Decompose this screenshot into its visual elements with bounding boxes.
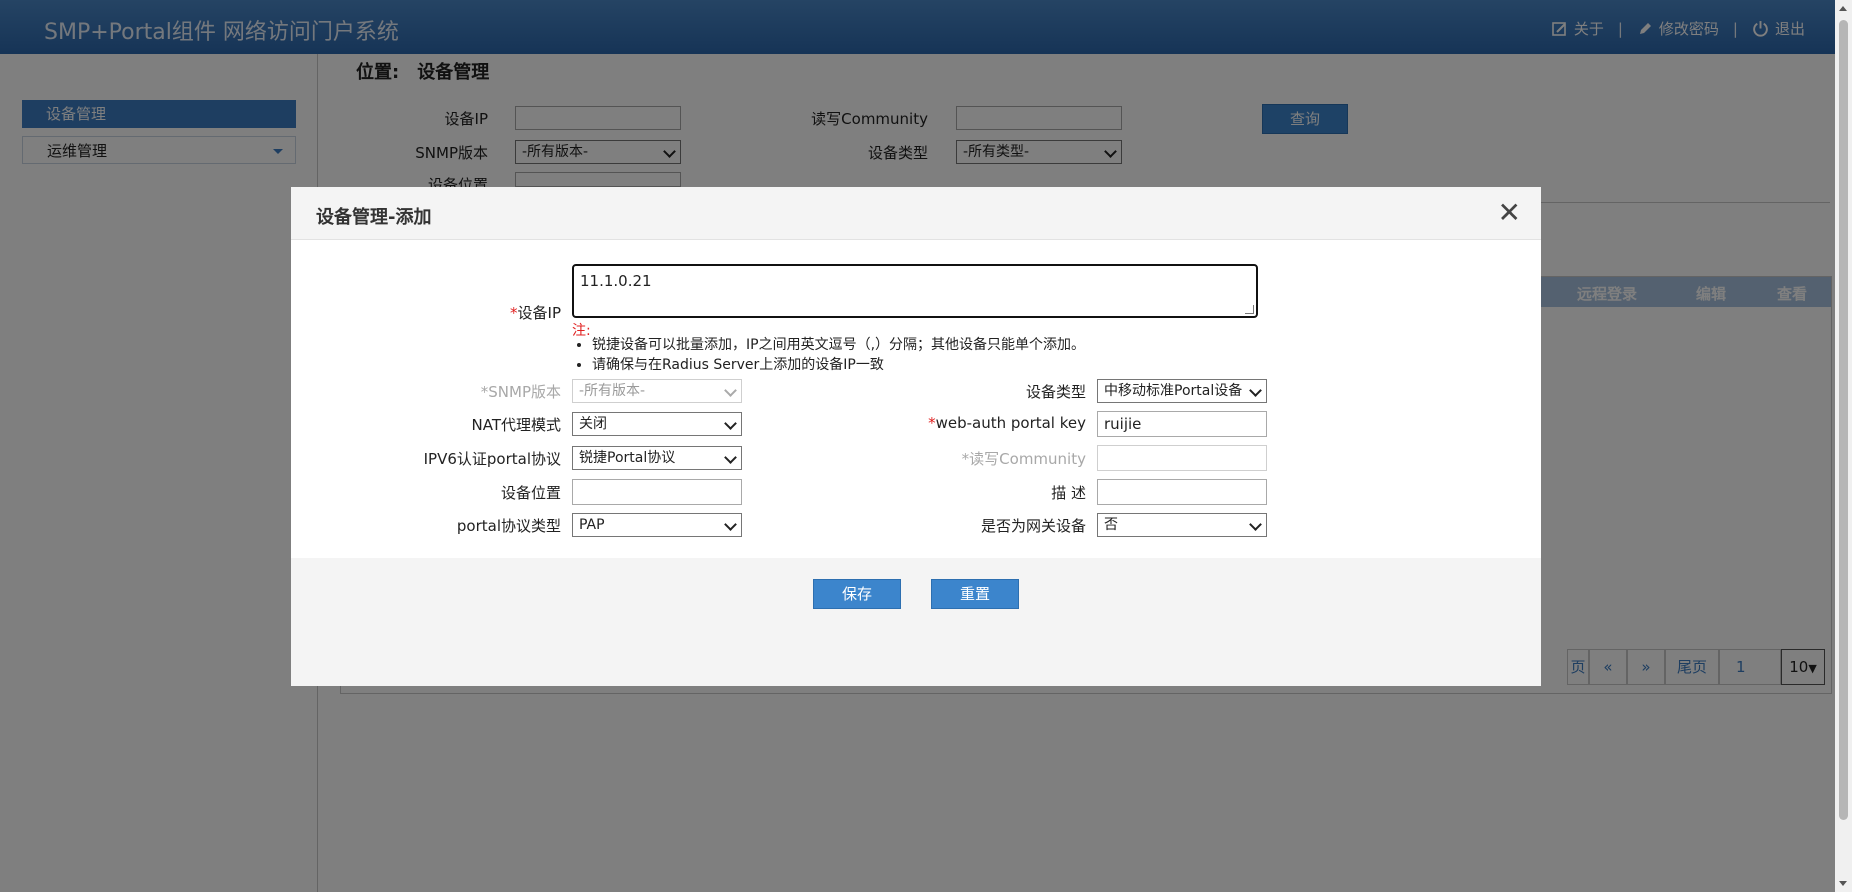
select-value: 否 xyxy=(1104,517,1118,533)
is-gateway-select[interactable]: 否 xyxy=(1097,513,1267,537)
portal-type-label: portal协议类型 xyxy=(456,517,561,535)
description-label: 描 述 xyxy=(1051,484,1086,502)
dialog-body: *设备IP 11.1.0.21 注: 锐捷设备可以批量添加，IP之间用英文逗号（… xyxy=(291,240,1541,558)
rw-community-label: *读写Community xyxy=(891,448,1086,469)
dialog-footer xyxy=(291,558,1541,686)
device-ip-label: *设备IP xyxy=(441,302,561,323)
chevron-down-icon xyxy=(724,451,737,464)
device-type-select[interactable]: 中移动标准Portal设备 xyxy=(1097,379,1267,403)
save-button[interactable]: 保存 xyxy=(813,579,901,609)
rw-community-label-text: 读写Community xyxy=(969,450,1086,468)
portal-type-select[interactable]: PAP xyxy=(572,513,742,537)
note-item: 请确保与在Radius Server上添加的设备IP一致 xyxy=(592,355,1085,375)
device-location-input[interactable] xyxy=(572,479,742,505)
select-value: 中移动标准Portal设备 xyxy=(1104,383,1243,399)
device-type-label: 设备类型 xyxy=(1025,383,1086,401)
select-value: 关闭 xyxy=(579,416,607,432)
select-value: PAP xyxy=(579,517,605,533)
webauth-key-input[interactable]: ruijie xyxy=(1097,411,1267,437)
ipv6-protocol-select[interactable]: 锐捷Portal协议 xyxy=(572,446,742,470)
ipv6-protocol-label: IPV6认证portal协议 xyxy=(423,450,561,468)
description-input[interactable] xyxy=(1097,479,1267,505)
chevron-down-icon xyxy=(1249,384,1262,397)
device-ip-textarea[interactable]: 11.1.0.21 xyxy=(572,264,1258,318)
chevron-down-icon xyxy=(724,417,737,430)
note-list: 锐捷设备可以批量添加，IP之间用英文逗号（,）分隔；其他设备只能单个添加。 请确… xyxy=(572,335,1085,375)
required-mark: * xyxy=(510,304,518,322)
snmp-version-label: *SNMP版本 xyxy=(401,381,561,402)
scroll-down-icon[interactable] xyxy=(1839,881,1847,886)
device-location-label: 设备位置 xyxy=(500,484,561,502)
webauth-key-label-text: web-auth portal key xyxy=(935,414,1086,432)
is-gateway-label: 是否为网关设备 xyxy=(980,517,1086,535)
webauth-key-label: *web-auth portal key xyxy=(871,414,1086,432)
snmp-version-label-text: SNMP版本 xyxy=(488,383,561,401)
scroll-thumb[interactable] xyxy=(1839,20,1848,820)
chevron-down-icon xyxy=(724,518,737,531)
chevron-down-icon xyxy=(1249,518,1262,531)
dialog-title: 设备管理-添加 xyxy=(316,207,432,228)
page-scrollbar[interactable] xyxy=(1835,0,1852,892)
dialog-header: 设备管理-添加 ✕ xyxy=(291,187,1541,240)
select-value: 锐捷Portal协议 xyxy=(579,450,676,466)
scroll-up-icon[interactable] xyxy=(1839,6,1847,11)
note-item: 锐捷设备可以批量添加，IP之间用英文逗号（,）分隔；其他设备只能单个添加。 xyxy=(592,335,1085,355)
input-value: ruijie xyxy=(1104,415,1142,433)
add-device-dialog: 设备管理-添加 ✕ *设备IP 11.1.0.21 注: 锐捷设备可以批量添加，… xyxy=(291,187,1541,686)
select-value: -所有版本- xyxy=(579,383,646,399)
close-icon[interactable]: ✕ xyxy=(1498,199,1521,227)
device-ip-value: 11.1.0.21 xyxy=(580,272,652,290)
chevron-down-icon xyxy=(724,384,737,397)
resize-handle[interactable] xyxy=(1245,305,1254,314)
nat-mode-select[interactable]: 关闭 xyxy=(572,412,742,436)
reset-button[interactable]: 重置 xyxy=(931,579,1019,609)
required-mark: * xyxy=(928,414,936,432)
nat-mode-label: NAT代理模式 xyxy=(471,416,561,434)
rw-community-input xyxy=(1097,445,1267,471)
snmp-version-select: -所有版本- xyxy=(572,379,742,403)
device-ip-label-text: 设备IP xyxy=(517,304,561,322)
